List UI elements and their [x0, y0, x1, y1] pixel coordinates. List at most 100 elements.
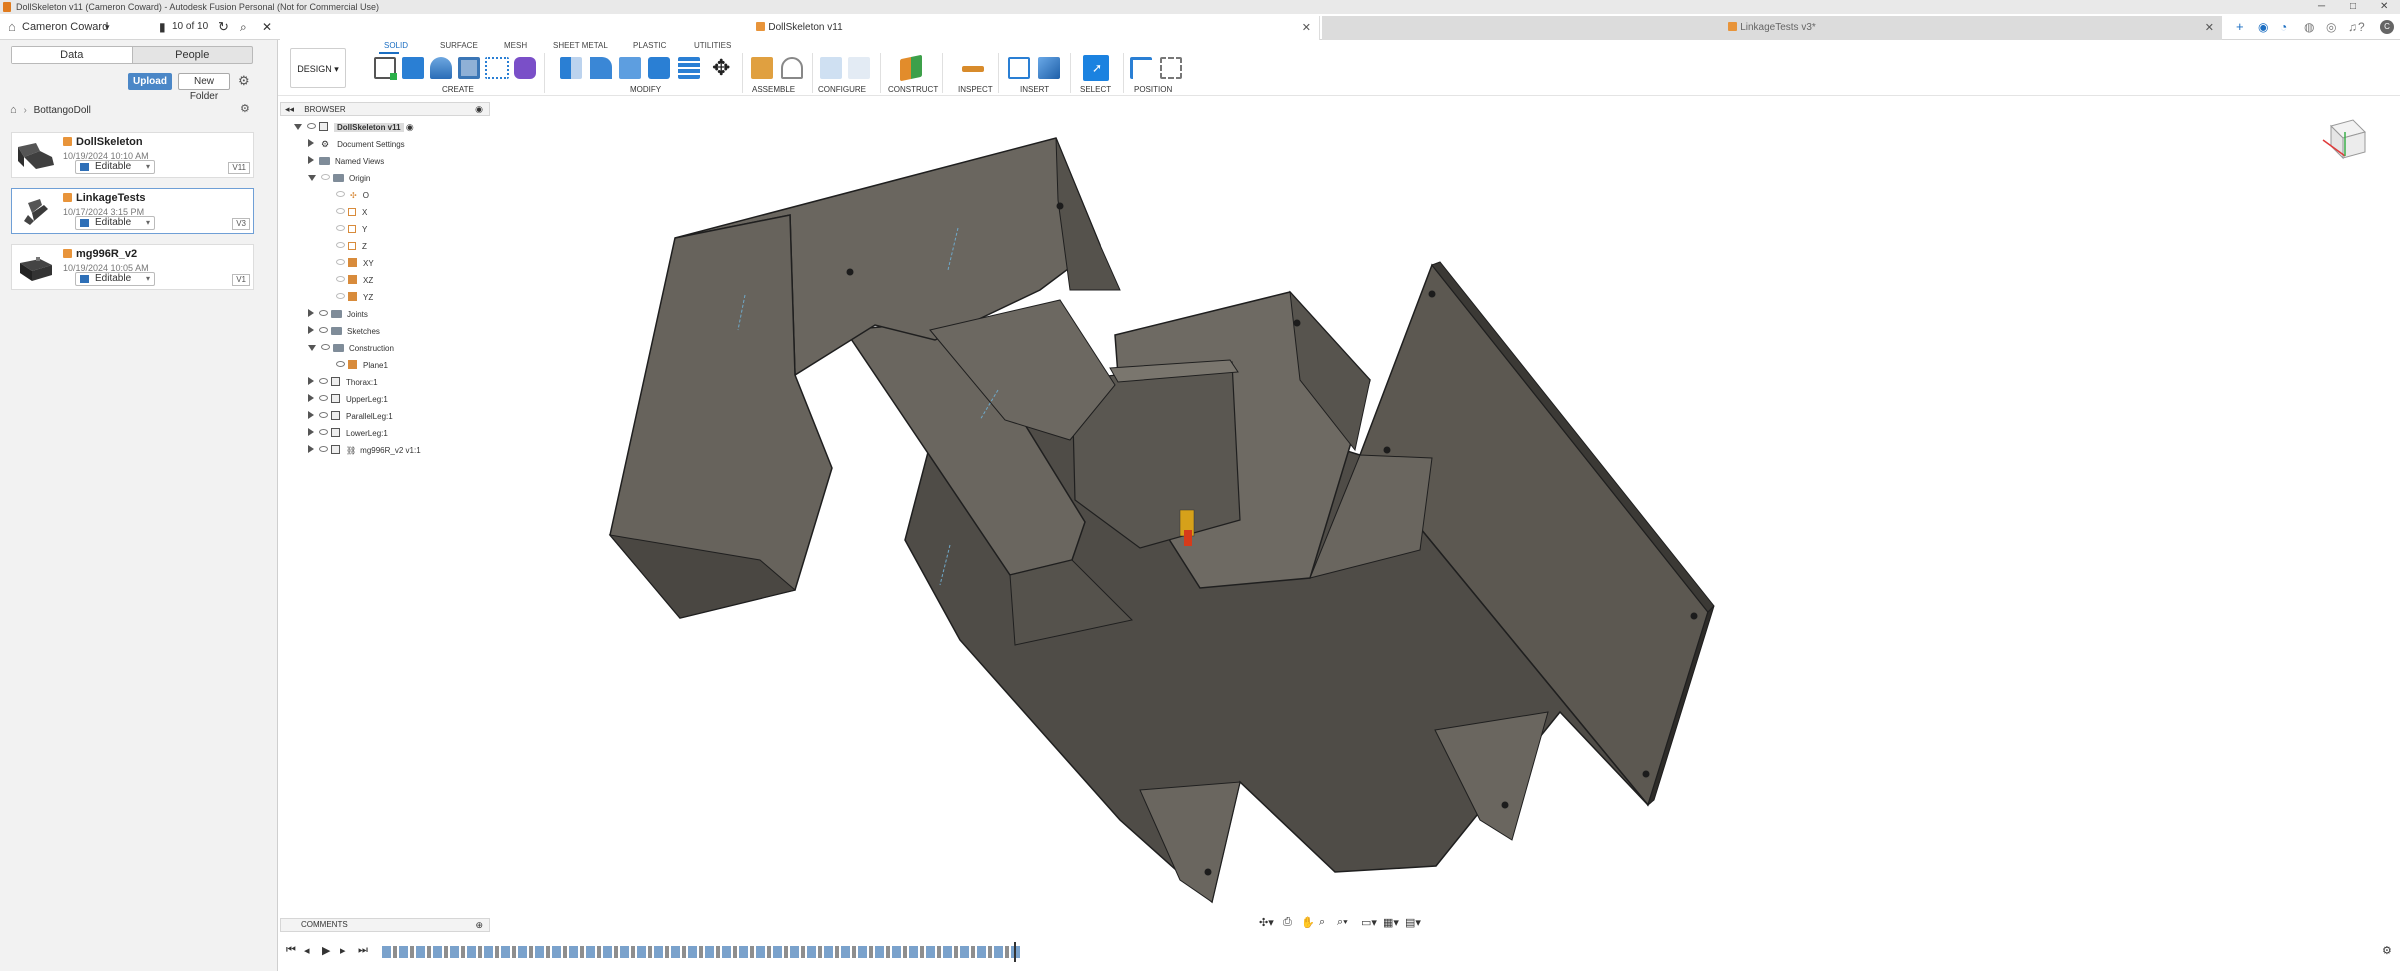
modify-menu[interactable]: MODIFY [630, 85, 661, 94]
settings-icon[interactable]: ◎ [2326, 14, 2336, 40]
3d-viewport[interactable] [490, 100, 2400, 910]
version-badge[interactable]: V11 [228, 162, 250, 174]
tree-item-z-axis[interactable]: Z [336, 241, 367, 252]
pattern-icon[interactable] [485, 57, 509, 79]
tree-item-joints[interactable]: Joints [308, 309, 368, 320]
help-icon[interactable]: ? [2358, 14, 2365, 40]
home-icon[interactable]: ⌂ [10, 104, 17, 116]
close-icon[interactable]: ✕ [262, 14, 272, 40]
configure-table-icon[interactable] [848, 57, 870, 79]
extensions-icon[interactable]: ◉ [2258, 14, 2268, 40]
tab-people[interactable]: People [133, 47, 253, 63]
pan-icon[interactable]: ✋ [1301, 916, 1315, 929]
tree-item-x-axis[interactable]: X [336, 207, 367, 218]
tree-root[interactable]: DollSkeleton v11 ◉ [294, 122, 414, 133]
timeline-settings-icon[interactable]: ⚙ [2382, 944, 2392, 957]
configure-icon[interactable] [820, 57, 842, 79]
tab-linkagetests[interactable]: LinkageTests v3* ✕ [1322, 16, 2222, 40]
insert-canvas-icon[interactable] [1038, 57, 1060, 79]
split-body-icon[interactable] [678, 57, 700, 79]
tree-item-xz-plane[interactable]: XZ [336, 275, 373, 286]
tree-item-document-settings[interactable]: ⚙ Document Settings [308, 139, 405, 150]
offset-plane-icon[interactable] [900, 54, 922, 82]
press-pull-icon[interactable] [560, 57, 582, 79]
tree-item-construction[interactable]: Construction [308, 343, 394, 354]
create-form-icon[interactable] [514, 57, 536, 79]
look-at-icon[interactable]: ⎙ [1283, 916, 1292, 929]
revolve-icon[interactable] [430, 57, 452, 79]
close-window-icon[interactable]: ✕ [2380, 0, 2388, 14]
activate-icon[interactable]: ◉ [406, 122, 414, 132]
close-tab-icon[interactable]: ✕ [1302, 16, 1311, 40]
joint-icon[interactable] [781, 57, 803, 79]
browser-panel-header[interactable]: ◂◂ BROWSER ◉ [280, 102, 490, 116]
team-hub-icon[interactable]: ⌂ [8, 14, 16, 40]
tree-item-named-views[interactable]: Named Views [308, 156, 384, 167]
zoom-icon[interactable]: ⌕ [1319, 916, 1325, 929]
file-card-dollskeleton[interactable]: DollSkeleton 10/19/2024 10:10 AM Editabl… [11, 132, 254, 178]
gear-icon[interactable]: ⚙ [238, 73, 250, 89]
tree-item-thorax[interactable]: Thorax:1 [308, 377, 378, 388]
create-menu[interactable]: CREATE [442, 85, 474, 94]
editable-dropdown[interactable]: Editable [75, 272, 155, 286]
revert-position-icon[interactable] [1160, 57, 1182, 79]
tab-dollskeleton[interactable]: DollSkeleton v11 ✕ [280, 16, 1320, 40]
construct-menu[interactable]: CONSTRUCT [888, 85, 938, 94]
move-copy-icon[interactable]: ✥ [712, 55, 730, 81]
tree-item-yz-plane[interactable]: YZ [336, 292, 373, 303]
version-badge[interactable]: V1 [232, 274, 250, 286]
go-to-start-icon[interactable]: ⏮ [286, 944, 296, 957]
select-menu[interactable]: SELECT [1080, 85, 1111, 94]
tree-item-mg996r[interactable]: ⛓ mg996R_v2 v1:1 [308, 445, 421, 456]
tree-item-upperleg[interactable]: UpperLeg:1 [308, 394, 388, 405]
project-settings-icon[interactable]: ⚙ [240, 102, 250, 115]
new-folder-button[interactable]: New Folder [178, 73, 230, 102]
pin-icon[interactable]: ◉ [475, 103, 483, 115]
hole-icon[interactable] [458, 57, 480, 79]
tree-item-lowerleg[interactable]: LowerLeg:1 [308, 428, 388, 439]
step-forward-icon[interactable]: ▸ [340, 944, 346, 957]
shell-icon[interactable] [648, 57, 670, 79]
refresh-icon[interactable]: ↻ [218, 14, 229, 40]
search-icon[interactable]: ⌕ [240, 14, 247, 40]
maximize-icon[interactable]: □ [2350, 0, 2356, 14]
extrude-icon[interactable] [402, 57, 424, 79]
select-icon[interactable]: ➚ [1083, 55, 1109, 81]
comments-panel[interactable]: COMMENTS ⊕ [280, 918, 490, 932]
tree-item-parallelleg[interactable]: ParallelLeg:1 [308, 411, 393, 422]
position-menu[interactable]: POSITION [1134, 85, 1172, 94]
tab-plastic[interactable]: PLASTIC [633, 41, 666, 51]
go-to-end-icon[interactable]: ⏭ [358, 944, 368, 957]
tab-data[interactable]: Data [12, 47, 133, 63]
upload-button[interactable]: Upload [128, 73, 172, 90]
new-component-icon[interactable] [751, 57, 773, 79]
new-tab-icon[interactable]: + [2236, 14, 2244, 40]
insert-derive-icon[interactable] [1008, 57, 1030, 79]
view-cube[interactable] [2315, 112, 2370, 167]
notifications-icon[interactable]: ◍ [2304, 14, 2314, 40]
tree-item-y-axis[interactable]: Y [336, 224, 367, 235]
create-sketch-icon[interactable] [374, 57, 397, 80]
insert-menu[interactable]: INSERT [1020, 85, 1049, 94]
bell-icon[interactable]: ♫ [2348, 14, 2357, 40]
editable-dropdown[interactable]: Editable [75, 216, 155, 230]
version-badge[interactable]: V3 [232, 218, 250, 230]
job-status-count[interactable]: 10 of 10 [172, 14, 208, 40]
display-settings-icon[interactable]: ▭▾ [1361, 916, 1377, 929]
add-comment-icon[interactable]: ⊕ [475, 919, 483, 931]
chamfer-icon[interactable] [619, 57, 641, 79]
tab-utilities[interactable]: UTILITIES [694, 41, 731, 51]
file-card-mg996r[interactable]: mg996R_v2 10/19/2024 10:05 AM Editable V… [11, 244, 254, 290]
configure-menu[interactable]: CONFIGURE [818, 85, 866, 94]
tree-item-plane1[interactable]: Plane1 [336, 360, 388, 371]
collapse-icon[interactable]: ◂◂ [285, 104, 294, 114]
fit-icon[interactable]: ⌕▾ [1337, 916, 1348, 929]
workspace-switcher[interactable]: DESIGN ▾ [290, 48, 346, 88]
tree-item-origin-point[interactable]: ✣ O [336, 190, 369, 201]
chevron-down-icon[interactable]: ▾ [105, 14, 110, 40]
orbit-icon[interactable]: ✣▾ [1259, 916, 1274, 929]
capture-position-icon[interactable] [1130, 57, 1152, 79]
user-name[interactable]: Cameron Coward [22, 14, 108, 40]
tab-sheet-metal[interactable]: SHEET METAL [553, 41, 608, 51]
tree-item-xy-plane[interactable]: XY [336, 258, 374, 269]
